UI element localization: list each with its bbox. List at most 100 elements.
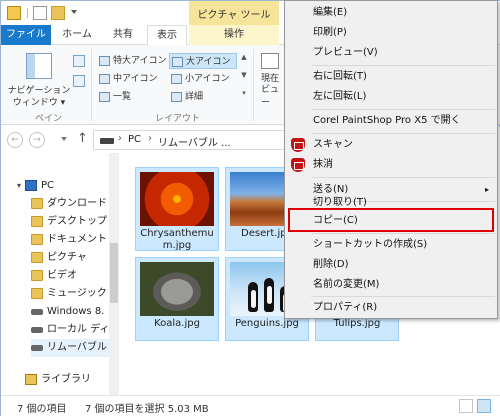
security-shield-icon [291,158,305,172]
tree-item-local-disk[interactable]: ローカル ディス [31,321,109,339]
breadcrumb-pc[interactable]: PC [128,134,141,145]
large-icons-icon [172,57,183,67]
back-button[interactable]: ← [7,132,23,148]
layout-extra-large-icons[interactable]: 特大アイコン [97,53,167,69]
scrollbar-thumb[interactable] [110,243,118,303]
drive-icon [31,327,43,333]
layout-details[interactable]: 詳細 [169,89,237,105]
file-name: Penguins.jpg [235,318,299,329]
item-count: 7 個の項目 [17,404,67,415]
layout-expand-icon[interactable]: ▾ [239,89,249,103]
navigation-pane-icon[interactable] [26,53,52,79]
large-icons-view-icon[interactable] [477,399,491,413]
forward-button[interactable]: → [29,132,45,148]
tab-manage[interactable]: 操作 [189,25,279,45]
folder-icon [31,288,43,299]
address-bar[interactable]: › PC › リムーバブル ... [93,130,293,150]
pane-group-label: ペイン [35,114,63,124]
preview-pane-icon[interactable] [73,55,85,67]
tree-item-videos[interactable]: ビデオ [31,267,109,285]
up-arrow-icon[interactable]: ↑ [77,131,88,146]
menu-separator [311,177,495,178]
library-icon [25,374,37,385]
breadcrumb-chevron-icon[interactable]: › [148,133,152,144]
folder-icon [31,198,43,209]
drive-icon [31,309,43,315]
layout-group-label: レイアウト [155,114,201,124]
navigation-scrollbar[interactable] [109,153,119,395]
layout-small-icons[interactable]: 小アイコン [169,71,237,87]
group-separator [91,49,92,121]
file-item-chrysanthemum[interactable]: Chrysanthemu m.jpg [135,167,219,251]
group-separator [253,49,254,121]
thumbnail-chrysanthemum [140,172,214,226]
picture-tools-context-tab: ピクチャ ツール [189,1,279,25]
navigation-pane-label-2[interactable]: ウィンドウ ▾ [7,95,71,108]
menu-item-open-paintshop[interactable]: Corel PaintShop Pro X5 で開く [285,111,497,131]
extra-large-icons-icon [99,56,110,66]
list-icon [99,92,110,102]
tab-file[interactable]: ファイル [1,25,51,45]
tree-item-windows-drive[interactable]: Windows 8. [31,303,109,321]
tab-share[interactable]: 共有 [103,25,143,45]
menu-item-rotate-left[interactable]: 左に回転(L) [285,87,497,107]
tree-item-desktop[interactable]: デスクトップ [31,213,109,231]
thumbnail-koala [140,262,214,316]
folder-icon [31,216,43,227]
file-item-koala[interactable]: Koala.jpg [135,257,219,341]
layout-medium-icons[interactable]: 中アイコン [97,71,167,87]
menu-item-shred[interactable]: 抹消 [285,155,497,175]
selection-info: 7 個の項目を選択 5.03 MB [85,404,209,415]
medium-icons-icon [99,74,110,84]
layout-large-icons[interactable]: 大アイコン [169,53,237,69]
menu-item-properties[interactable]: プロパティ(R) [285,298,497,318]
menu-separator [311,109,495,110]
tab-view[interactable]: 表示 [147,25,187,46]
menu-item-scan[interactable]: スキャン [285,135,497,155]
menu-item-preview[interactable]: プレビュー(V) [285,43,497,63]
small-icons-icon [171,74,182,84]
current-view-group[interactable]: 現在 ビュー [259,53,287,108]
navigation-pane: ▾ PC ダウンロード デスクトップ ドキュメント ピクチャ ビデオ ミュージッ… [1,153,119,395]
explorer-icon[interactable] [7,6,21,20]
current-view-icon [261,53,279,69]
menu-item-print[interactable]: 印刷(P) [285,23,497,43]
tree-item-documents[interactable]: ドキュメント [31,231,109,249]
tree-item-pc[interactable]: PC [25,177,109,195]
folder-icon [31,252,43,263]
tree-item-downloads[interactable]: ダウンロード [31,195,109,213]
menu-separator [311,233,495,234]
folder-icon [31,270,43,281]
new-folder-icon[interactable] [51,6,65,20]
breadcrumb-chevron-icon[interactable]: › [118,133,122,144]
security-shield-icon [291,138,305,152]
menu-separator [311,133,495,134]
tree-item-music[interactable]: ミュージック [31,285,109,303]
context-menu: 編集(E) 印刷(P) プレビュー(V) 右に回転(T) 左に回転(L) Cor… [284,0,498,319]
menu-item-create-shortcut[interactable]: ショートカットの作成(S) [285,235,497,255]
menu-separator [311,65,495,66]
file-name: Chrysanthemu m.jpg [140,228,214,251]
copy-highlight-box [288,208,494,232]
tab-home[interactable]: ホーム [57,25,97,45]
layout-scroll-down-icon[interactable]: ▼ [239,71,249,85]
qat-dropdown-icon[interactable] [71,10,77,14]
details-pane-icon[interactable] [73,75,85,87]
menu-item-rename[interactable]: 名前の変更(M) [285,275,497,295]
menu-item-delete[interactable]: 削除(D) [285,255,497,275]
folder-icon [31,234,43,245]
layout-list[interactable]: 一覧 [97,89,167,105]
menu-item-rotate-right[interactable]: 右に回転(T) [285,67,497,87]
recent-locations-icon[interactable] [61,137,67,141]
tree-item-pictures[interactable]: ピクチャ [31,249,109,267]
breadcrumb-location[interactable]: リムーバブル ... [158,134,231,149]
layout-scroll-up-icon[interactable]: ▲ [239,53,249,67]
tree-item-libraries[interactable]: ライブラリ [25,371,109,389]
tree-item-removable[interactable]: リムーバブル デ [31,339,109,357]
expand-pc-icon[interactable]: ▾ [17,181,21,190]
details-view-icon[interactable] [459,399,473,413]
details-icon [171,92,182,102]
menu-item-edit[interactable]: 編集(E) [285,3,497,23]
properties-icon[interactable] [33,6,47,20]
pc-icon [25,180,37,191]
